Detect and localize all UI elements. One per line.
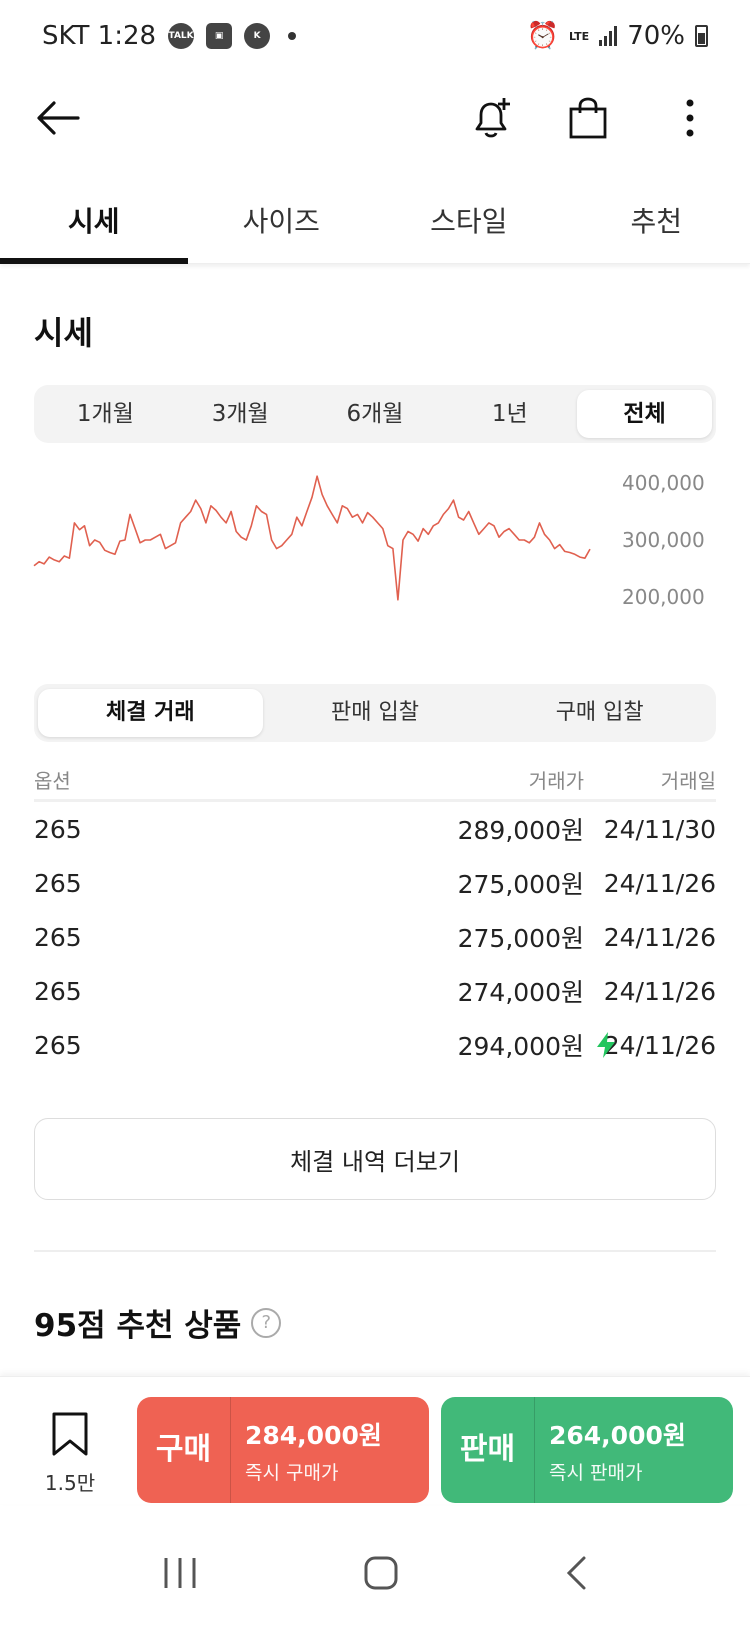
shopping-bag-button[interactable] [556, 86, 620, 150]
table-row: 265 275,000원 24/11/26 [34, 910, 716, 964]
tab-sell-bids[interactable]: 판매 입찰 [263, 689, 488, 737]
y-tick-200000: 200,000 [622, 585, 705, 609]
table-row: 265 289,000원 24/11/30 [34, 802, 716, 856]
battery-icon [695, 25, 708, 47]
buy-sub: 즉시 구매가 [245, 1461, 339, 1484]
sell-price: 264,000원 [549, 1420, 686, 1450]
bookmark-icon [52, 1412, 88, 1456]
bell-plus-icon [475, 98, 510, 138]
buy-price: 284,000원 [245, 1420, 382, 1450]
lte-icon: LTE [568, 29, 590, 43]
notification-dot-icon [288, 32, 297, 40]
k-app-icon: K [244, 23, 271, 49]
recent-apps-icon[interactable] [162, 1556, 198, 1590]
row-option: 265 [34, 868, 82, 898]
row-price: 289,000원 [457, 816, 584, 845]
row-price: 294,000원 [457, 1032, 584, 1061]
back-arrow-icon [37, 101, 80, 135]
product-tabs: 시세 사이즈 스타일 추천 [0, 178, 750, 264]
more-vertical-icon [686, 99, 694, 137]
row-date: 24/11/26 [603, 868, 716, 898]
battery-percent: 70% [627, 21, 685, 51]
period-selector: 1개월 3개월 6개월 1년 전체 [34, 385, 716, 443]
row-price-cell: 294,000원 [294, 1027, 615, 1063]
table-row: 265 274,000원 24/11/26 [34, 964, 716, 1018]
sell-button[interactable]: 판매 264,000원 즉시 판매가 [441, 1397, 733, 1503]
fast-delivery-bolt-icon [597, 1032, 615, 1058]
section-title: 시세 [34, 314, 93, 352]
header-price: 거래가 [528, 769, 584, 793]
y-tick-400000: 400,000 [622, 471, 705, 495]
price-line [33, 475, 591, 601]
row-option: 265 [34, 922, 82, 952]
signal-icon [599, 26, 618, 46]
y-tick-300000: 300,000 [622, 528, 705, 552]
tab-buy-bids[interactable]: 구매 입찰 [487, 689, 712, 737]
recommend-title-text: 95점 추천 상품 [34, 1308, 242, 1344]
wishlist-count: 1.5만 [44, 1471, 96, 1495]
row-date: 24/11/26 [603, 976, 716, 1006]
shopping-bag-icon [569, 97, 607, 139]
status-bar: SKT 1:28 TALK ▣ K ⏰ LTE 70% [0, 0, 750, 72]
table-header: 옵션 거래가 거래일 [34, 760, 716, 802]
price-alert-button[interactable] [460, 86, 524, 150]
period-all[interactable]: 전체 [577, 390, 712, 438]
app-bar [0, 72, 750, 164]
gallery-icon: ▣ [206, 23, 233, 49]
kakaotalk-icon: TALK [168, 23, 195, 49]
row-price: 275,000원 [457, 924, 584, 953]
price-chart[interactable]: 400,000 300,000 200,000 [30, 470, 720, 640]
section-divider [34, 1250, 716, 1252]
period-6-months[interactable]: 6개월 [308, 390, 443, 438]
row-option: 265 [34, 814, 82, 844]
period-3-months[interactable]: 3개월 [173, 390, 308, 438]
row-price: 275,000원 [457, 870, 584, 899]
row-price: 274,000원 [457, 978, 584, 1007]
header-date: 거래일 [660, 769, 716, 793]
trade-type-selector: 체결 거래 판매 입찰 구매 입찰 [34, 684, 716, 742]
view-more-trades-button[interactable]: 체결 내역 더보기 [34, 1118, 716, 1200]
buy-label: 구매 [137, 1397, 231, 1503]
recommend-title: 95점 추천 상품 ? [34, 1300, 282, 1345]
row-date: 24/11/30 [603, 814, 716, 844]
period-1-month[interactable]: 1개월 [38, 390, 173, 438]
alarm-icon: ⏰ [526, 21, 559, 51]
more-menu-button[interactable] [658, 86, 722, 150]
tab-style[interactable]: 스타일 [375, 178, 563, 263]
row-option: 265 [34, 976, 82, 1006]
status-carrier-time: SKT 1:28 [42, 21, 157, 51]
tab-completed-trades[interactable]: 체결 거래 [38, 689, 263, 737]
purchase-action-bar: 1.5만 구매 284,000원 즉시 구매가 판매 264,000원 즉시 판… [0, 1376, 750, 1504]
tab-price[interactable]: 시세 [0, 178, 188, 264]
header-option: 옵션 [34, 769, 71, 793]
row-date: 24/11/26 [603, 922, 716, 952]
home-icon[interactable] [363, 1555, 399, 1591]
buy-button[interactable]: 구매 284,000원 즉시 구매가 [137, 1397, 429, 1503]
tab-recommend[interactable]: 추천 [563, 178, 750, 263]
sell-sub: 즉시 판매가 [549, 1461, 643, 1484]
system-navigation-bar [0, 1520, 750, 1625]
back-nav-icon[interactable] [564, 1555, 588, 1591]
wishlist-button[interactable]: 1.5만 [30, 1411, 110, 1496]
trade-table: 옵션 거래가 거래일 265 289,000원 24/11/30 265 275… [34, 760, 716, 1072]
table-row: 265 275,000원 24/11/26 [34, 856, 716, 910]
table-row: 265 294,000원 24/11/26 [34, 1018, 716, 1072]
tab-size[interactable]: 사이즈 [188, 178, 376, 263]
back-button[interactable] [26, 86, 90, 150]
period-1-year[interactable]: 1년 [442, 390, 577, 438]
row-option: 265 [34, 1030, 82, 1060]
help-icon[interactable]: ? [251, 1307, 282, 1338]
sell-label: 판매 [441, 1397, 535, 1503]
